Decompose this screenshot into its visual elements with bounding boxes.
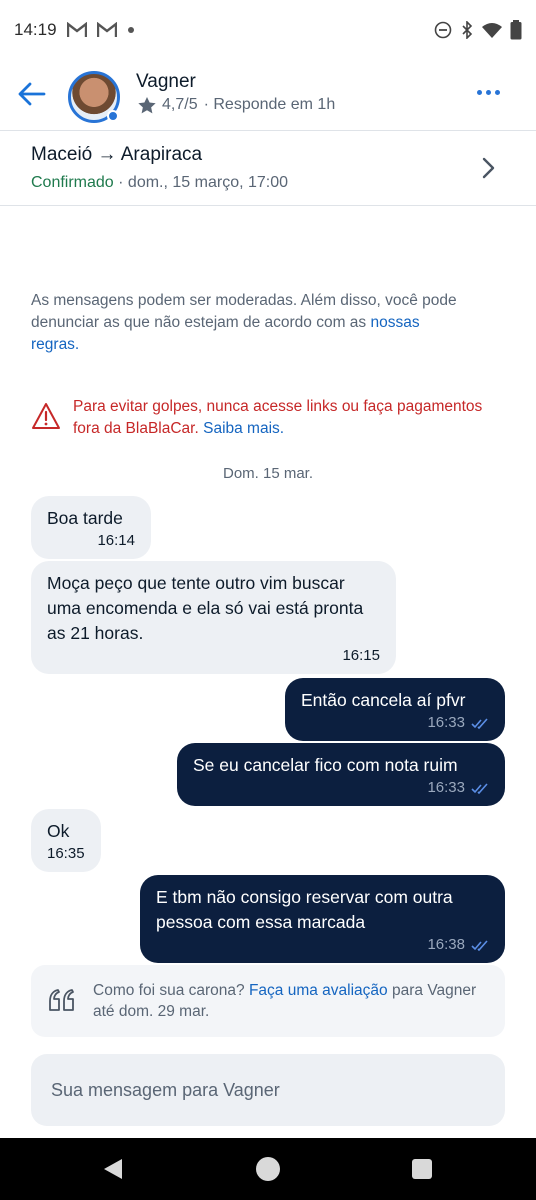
gmail-icon bbox=[96, 22, 117, 38]
trip-summary[interactable]: Maceió → Arapiraca Confirmado · dom., 15… bbox=[0, 132, 536, 204]
message-input[interactable] bbox=[51, 1079, 485, 1101]
status-time: 14:19 bbox=[14, 20, 57, 39]
double-check-icon bbox=[471, 782, 488, 794]
double-check-icon bbox=[471, 939, 488, 951]
rating-value: 4,7/5 bbox=[162, 96, 198, 113]
more-options-button[interactable] bbox=[477, 90, 500, 95]
trip-route: Maceió → Arapiraca bbox=[31, 144, 203, 165]
driver-name[interactable]: Vagner bbox=[136, 71, 196, 93]
battery-icon bbox=[510, 20, 522, 40]
system-nav-bar bbox=[0, 1138, 536, 1200]
rating-row: 4,7/5 · Responde em 1h bbox=[138, 96, 335, 114]
trip-meta: Confirmado · dom., 15 março, 17:00 bbox=[31, 174, 288, 192]
dot-icon bbox=[127, 26, 135, 34]
learn-more-link[interactable]: Saiba mais. bbox=[203, 420, 284, 437]
nav-back-icon[interactable] bbox=[102, 1158, 124, 1180]
message-bubble-outgoing[interactable]: Então cancela aí pfvr 16:33 bbox=[285, 678, 505, 741]
scam-warning: Para evitar golpes, nunca acesse links o… bbox=[31, 396, 491, 440]
double-check-icon bbox=[471, 717, 488, 729]
date-separator: Dom. 15 mar. bbox=[222, 465, 314, 482]
quote-icon bbox=[49, 989, 74, 1011]
arrow-left-icon bbox=[18, 82, 46, 106]
bluetooth-icon bbox=[460, 21, 474, 39]
star-icon bbox=[138, 96, 156, 113]
moderation-notice: As mensagens podem ser moderadas. Além d… bbox=[31, 290, 471, 356]
message-time: 16:38 bbox=[427, 936, 465, 953]
message-text: Se eu cancelar fico com nota ruim bbox=[193, 755, 458, 775]
status-bar: 14:19 bbox=[0, 0, 536, 60]
chevron-right-icon bbox=[482, 157, 495, 179]
message-bubble-incoming[interactable]: Ok 16:35 bbox=[31, 809, 101, 872]
message-text: Boa tarde bbox=[47, 508, 123, 528]
message-bubble-incoming[interactable]: Moça peço que tente outro vim buscar uma… bbox=[31, 561, 396, 674]
trip-status: Confirmado bbox=[31, 174, 114, 191]
nav-home-icon[interactable] bbox=[256, 1157, 280, 1181]
message-time: 16:15 bbox=[342, 647, 380, 664]
response-time: · Responde em 1h bbox=[203, 96, 336, 113]
divider bbox=[0, 205, 536, 206]
trip-datetime: · dom., 15 março, 17:00 bbox=[118, 174, 289, 191]
message-time: 16:35 bbox=[47, 845, 85, 862]
verified-badge-icon bbox=[107, 110, 119, 122]
message-text: Moça peço que tente outro vim buscar uma… bbox=[47, 573, 364, 643]
message-text: Ok bbox=[47, 821, 70, 841]
message-bubble-outgoing[interactable]: E tbm não consigo reservar com outra pes… bbox=[140, 875, 505, 963]
message-bubble-incoming[interactable]: Boa tarde 16:14 bbox=[31, 496, 151, 559]
warning-icon bbox=[32, 403, 60, 429]
wifi-icon bbox=[482, 22, 502, 38]
message-bubble-outgoing[interactable]: Se eu cancelar fico com nota ruim 16:33 bbox=[177, 743, 505, 806]
nav-recents-icon[interactable] bbox=[412, 1159, 432, 1179]
back-button[interactable] bbox=[16, 78, 48, 110]
do-not-disturb-icon bbox=[434, 21, 452, 39]
divider bbox=[0, 130, 536, 131]
message-time: 16:14 bbox=[97, 532, 135, 549]
review-text-before: Como foi sua carona? bbox=[93, 982, 245, 999]
message-composer bbox=[31, 1054, 505, 1126]
review-link[interactable]: Faça uma avaliação bbox=[249, 982, 388, 999]
chat-header: Vagner 4,7/5 · Responde em 1h bbox=[0, 60, 536, 130]
message-text: E tbm não consigo reservar com outra pes… bbox=[156, 887, 453, 932]
gmail-icon bbox=[66, 22, 87, 38]
message-time: 16:33 bbox=[427, 779, 465, 796]
review-prompt: Como foi sua carona? Faça uma avaliação … bbox=[31, 965, 505, 1037]
message-time: 16:33 bbox=[427, 714, 465, 731]
message-text: Então cancela aí pfvr bbox=[301, 690, 466, 710]
